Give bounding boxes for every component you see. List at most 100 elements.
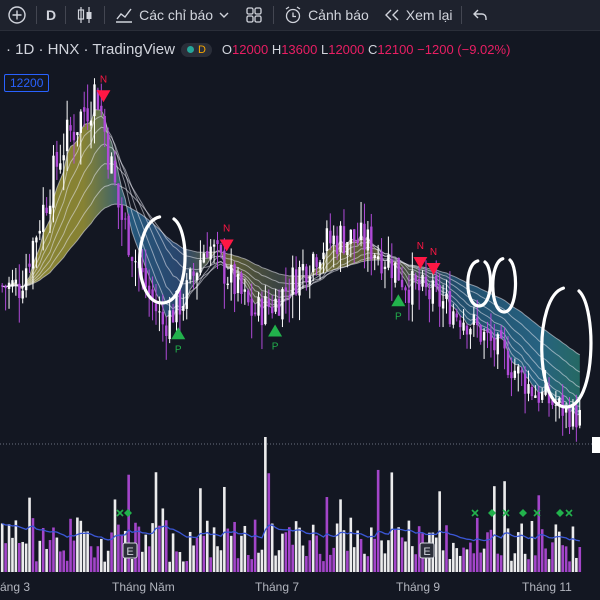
buy-signal-marker [391,294,406,307]
chart-type-button[interactable] [68,0,102,30]
volume-bar [356,530,359,572]
candle-body [438,285,441,307]
candle-body [199,259,202,273]
candle-body [575,405,578,428]
candle-body [469,328,472,335]
volume-bar [287,527,291,572]
candle-body [435,275,438,287]
volume-bar [359,538,363,572]
alarm-clock-icon [283,5,303,25]
candle-body [257,296,260,316]
volume-bar [55,537,59,572]
interval-button[interactable]: D [39,0,63,30]
volume-bar [236,558,240,572]
buy-signal-label: P [395,311,402,322]
candle-body [55,151,59,167]
volume-bar [0,523,4,572]
volume-bar [469,542,472,572]
candle-body [404,287,407,291]
volume-bar [523,553,527,572]
volume-bar [24,543,28,572]
templates-button[interactable] [237,0,271,30]
candle-body [236,273,240,294]
candle-body [530,386,534,397]
volume-bar [226,528,230,572]
volume-bar [171,533,175,572]
candle-body [69,125,72,131]
undo-button[interactable] [464,0,496,30]
candle-body [130,257,134,261]
volume-bar [178,552,182,572]
candle-body [113,160,117,183]
volume-bar [448,559,452,572]
candle-body [380,251,383,274]
volume-bar [130,558,134,572]
candle-body [86,108,89,122]
candle-body [202,253,206,263]
volume-bar [499,555,503,572]
high-value: 13600 [281,42,318,57]
volume-bar [100,538,103,572]
candle-body [482,331,486,341]
volume-bar [404,541,407,572]
candle-body [370,226,373,260]
volume-bar [352,547,356,572]
candle-body [1,285,4,287]
alert-button[interactable]: Cảnh báo [276,0,376,30]
candle-body [534,395,537,398]
volume-bar [301,545,305,572]
candle-body [335,235,339,255]
volume-bar [311,524,315,572]
volume-bar [328,554,332,572]
candle-body [373,255,376,259]
market-status-badge[interactable]: D [180,42,212,57]
volume-bars [0,437,582,572]
moving-average-ribbon [2,109,580,416]
volume-bar [141,551,144,572]
candle-body [383,266,387,270]
candle-body [397,257,400,281]
candle-body [4,286,7,289]
add-symbol-button[interactable] [0,0,34,30]
time-label: Tháng 11 [522,580,572,594]
volume-bar [349,517,353,572]
buy-signal-marker [171,327,186,340]
candle-body [182,305,185,311]
candle-body [294,269,298,295]
candle-body [212,244,216,247]
last-price-label [592,437,600,453]
candle-body [168,310,171,340]
candle-body [568,406,571,428]
candle-body [540,391,544,400]
candle-body [195,273,199,281]
candle-body [431,280,435,304]
candle-body [356,239,359,244]
event-badge-label: E [126,546,133,558]
candle-body [178,289,182,315]
candle-body [117,183,120,208]
close-label: C [368,42,378,57]
candle-body [120,205,124,220]
volume-bar [52,527,55,572]
candle-body [513,370,517,378]
price-chart[interactable]: NNNNP PP EE [0,31,600,576]
candle-body [359,222,363,241]
candle-body [48,205,52,214]
volume-bar [240,535,243,572]
replay-button[interactable]: Xem lại [376,0,460,30]
volume-bar [45,548,48,572]
status-letter: D [197,43,206,56]
volume-bar [568,561,571,572]
indicators-button[interactable]: Các chỉ báo [107,0,237,30]
toolbar-divider [36,6,37,24]
volume-bar [144,534,148,572]
volume-bar [229,535,233,572]
candle-body [428,289,431,300]
candle-body [342,226,346,253]
chart-area[interactable]: NNNNPPP EE · 1D · HNX · TradingView D O1… [0,31,600,600]
volume-bar [202,535,206,572]
close-value: 12100 [377,42,414,57]
candle-body [31,240,35,269]
price-tag: 12200 [4,74,50,92]
volume-bar [175,551,178,572]
